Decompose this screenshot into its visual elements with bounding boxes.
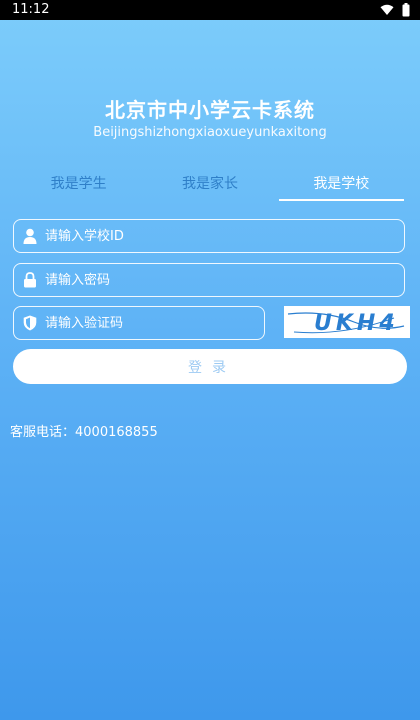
status-time: 11:12 <box>12 2 50 17</box>
status-bar: 11:12 <box>0 0 420 20</box>
school-id-field[interactable] <box>13 219 405 253</box>
status-icons <box>380 3 410 17</box>
login-role-tabs: 我是学生 我是家长 我是学校 <box>13 170 407 202</box>
tab-student[interactable]: 我是学生 <box>13 170 144 202</box>
lock-icon <box>23 272 37 288</box>
shield-icon <box>23 315 37 331</box>
password-field[interactable] <box>13 263 405 297</box>
school-id-input[interactable] <box>45 221 404 251</box>
password-input[interactable] <box>45 265 404 295</box>
captcha-image[interactable]: UKH4 <box>284 306 410 338</box>
tab-school[interactable]: 我是学校 <box>276 170 407 202</box>
user-icon <box>23 228 37 244</box>
wifi-icon <box>380 4 394 16</box>
app-title: 北京市中小学云卡系统 <box>105 98 315 122</box>
customer-service-hotline: 客服电话：4000168855 <box>10 421 158 440</box>
app-subtitle: Beijingshizhongxiaoxueyunkaxitong <box>93 125 327 140</box>
tab-parent[interactable]: 我是家长 <box>144 170 275 202</box>
login-button[interactable]: 登录 <box>13 349 407 384</box>
battery-icon <box>402 3 410 17</box>
hotline-number[interactable]: 4000168855 <box>75 425 158 440</box>
captcha-input[interactable] <box>45 308 264 338</box>
hotline-label: 客服电话： <box>10 425 76 440</box>
captcha-field[interactable] <box>13 306 265 340</box>
